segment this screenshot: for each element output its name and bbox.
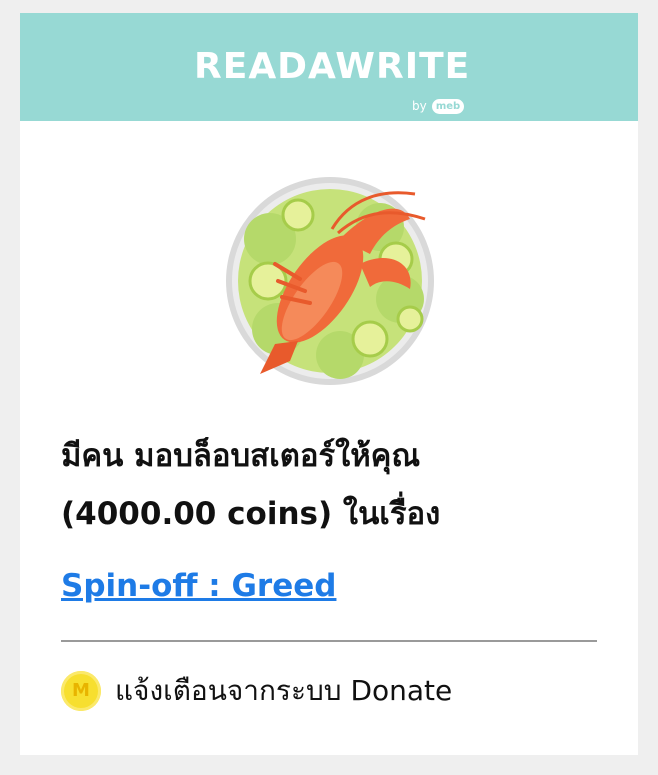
m-coin-icon: M	[61, 671, 101, 711]
readawrite-logo: READAWRITE by meb	[194, 43, 469, 114]
brand-header: READAWRITE by meb	[20, 13, 638, 121]
gift-message-line-2: (4000.00 coins) ในเรื่อง	[61, 496, 441, 532]
gift-message: มีคน มอบล็อบสเตอร์ให้คุณ (4000.00 coins)…	[61, 427, 621, 543]
logo-wordmark: READAWRITE	[194, 46, 471, 87]
divider	[61, 640, 597, 642]
logo-by-text: by	[412, 99, 427, 113]
notification-card: READAWRITE by meb มีคน มอบล็อบสเตอร์ให้ค…	[20, 13, 638, 755]
meb-logo: meb	[432, 99, 464, 114]
story-link[interactable]: Spin-off : Greed	[61, 557, 336, 615]
footer-label: แจ้งเตือนจากระบบ Donate	[115, 674, 453, 707]
notification-footer: M แจ้งเตือนจากระบบ Donate	[61, 669, 621, 713]
gift-message-line-1: มีคน มอบล็อบสเตอร์ให้คุณ	[61, 438, 421, 474]
lobster-plate-icon	[226, 177, 434, 385]
